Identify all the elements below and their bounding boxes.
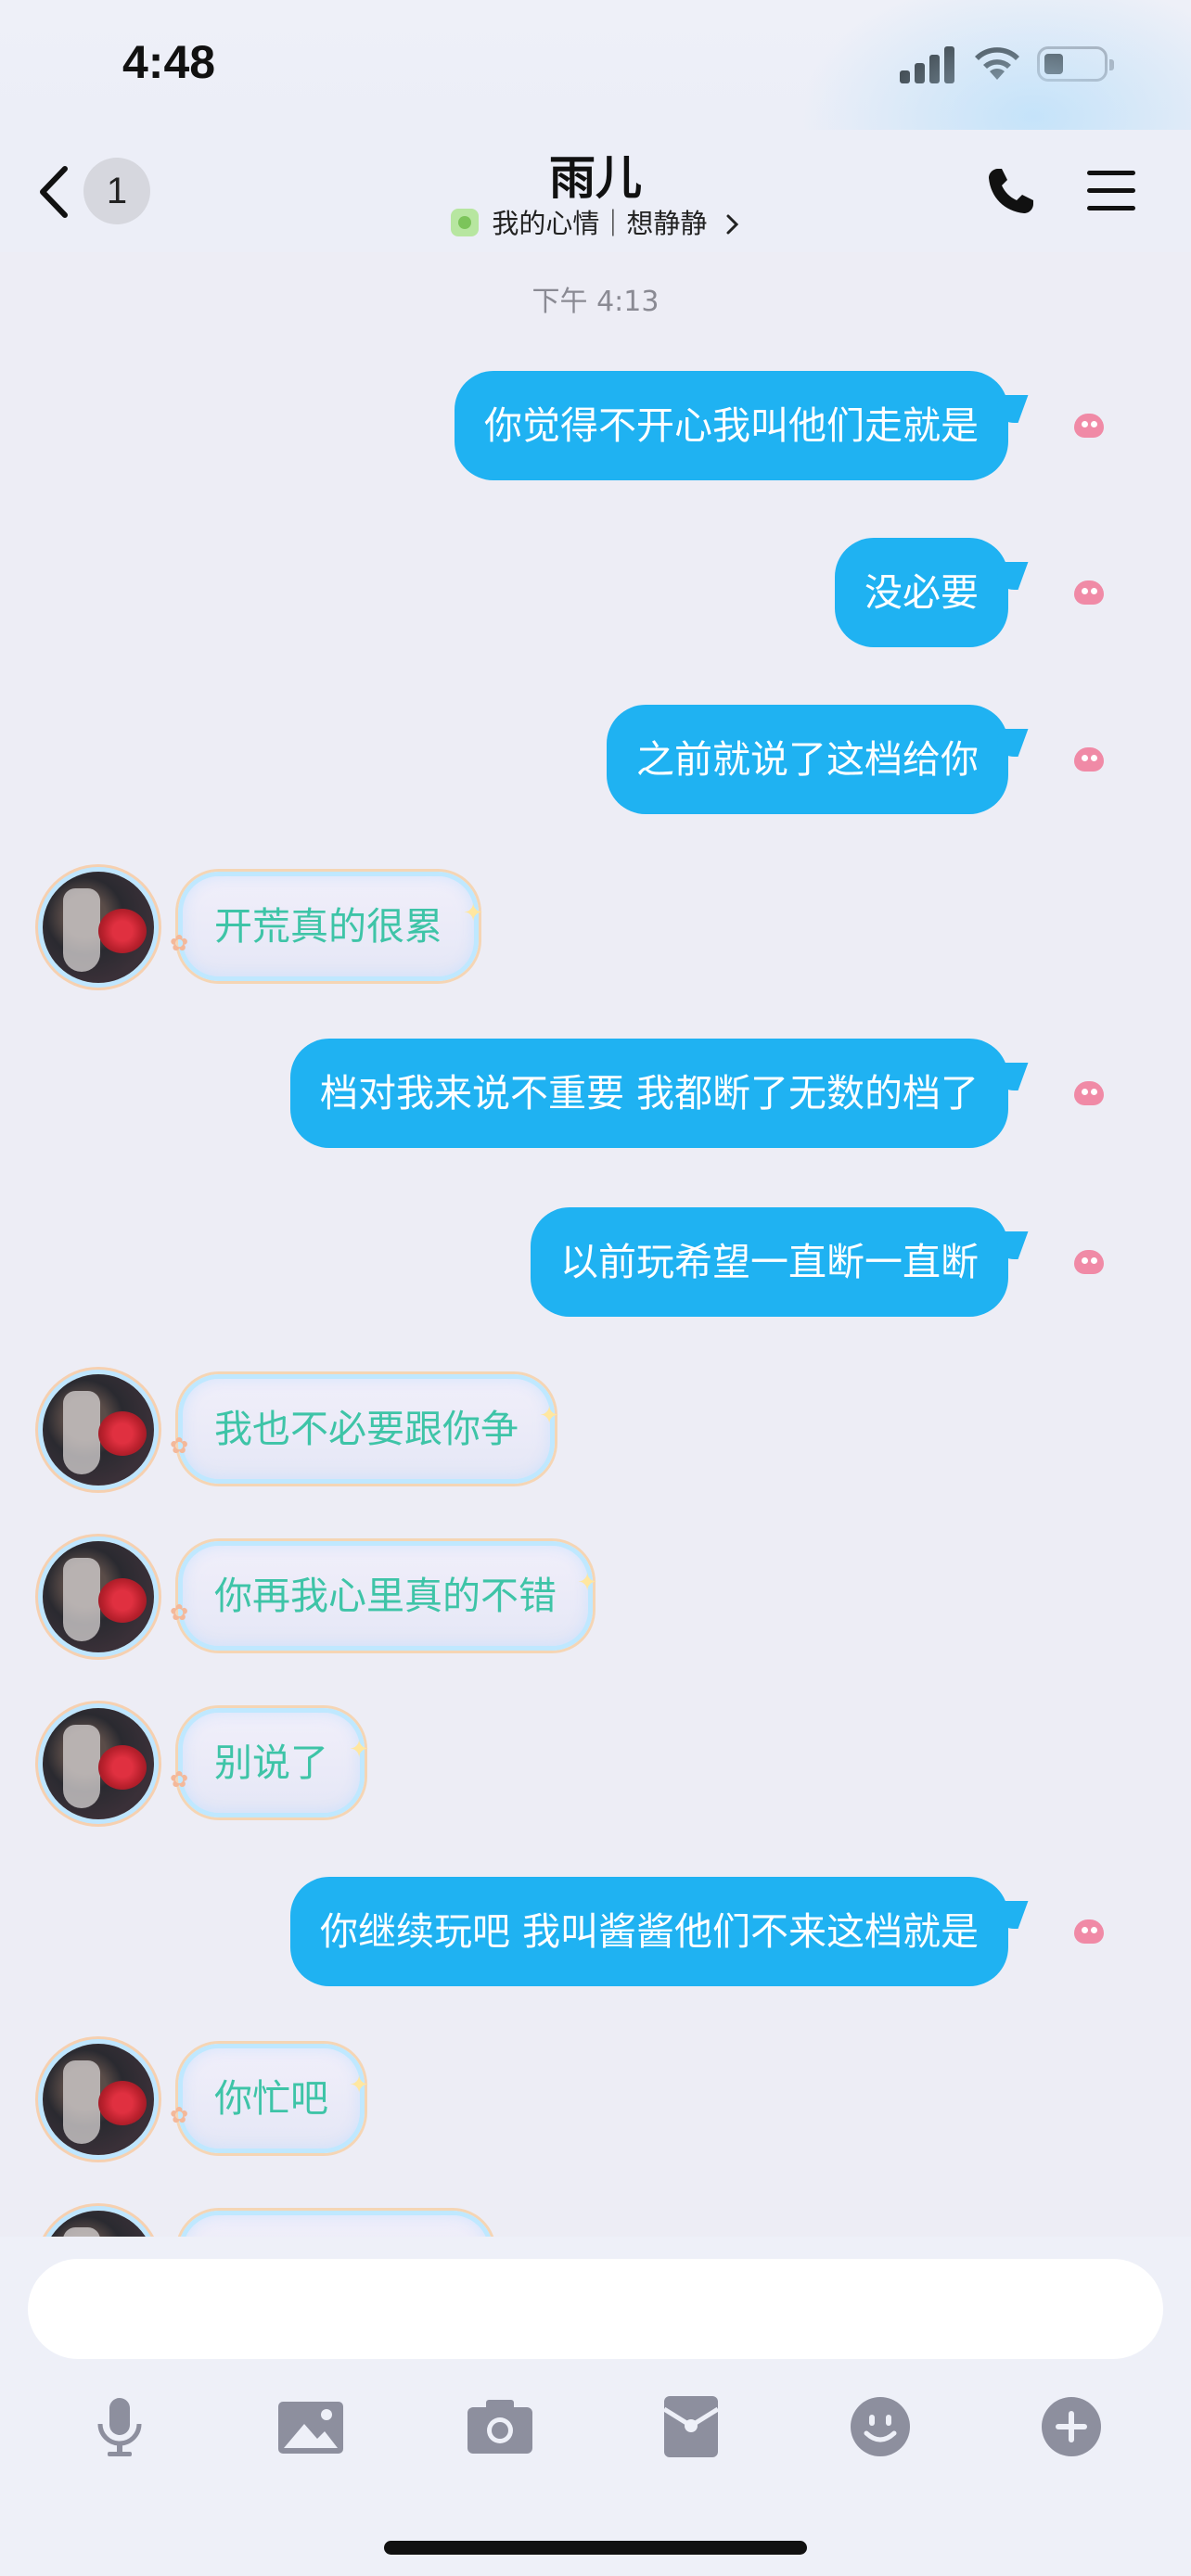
message-row: ✦ bbox=[0, 2203, 1191, 2237]
sparkle-icon: ✦ bbox=[463, 899, 483, 927]
incoming-message-text: 别说了 bbox=[214, 1741, 328, 1785]
pink-sticker-icon bbox=[1072, 1078, 1106, 1107]
chat-header: 1 雨儿 我的心情｜想静静 bbox=[0, 130, 1191, 252]
emoji-icon[interactable] bbox=[839, 2385, 922, 2468]
sparkle-icon: ✦ bbox=[577, 1569, 597, 1597]
incoming-message-bubble[interactable]: 你忙吧 ✦ ✿ bbox=[170, 2044, 369, 2153]
red-packet-icon[interactable] bbox=[649, 2385, 733, 2468]
sparkle-icon: ✦ bbox=[349, 2072, 369, 2099]
chat-area[interactable]: 下午 4:13 你觉得不开心我叫他们走就是 没必要 之前就说了这档给你 开荒真的… bbox=[0, 252, 1191, 2237]
image-icon[interactable] bbox=[269, 2385, 352, 2468]
message-row: 你继续玩吧 我叫酱酱他们不来这档就是 bbox=[0, 1869, 1191, 1990]
outgoing-message-bubble[interactable]: 以前玩希望一直断一直断 bbox=[531, 1207, 1008, 1317]
incoming-message-bubble[interactable]: 开荒真的很累 ✦ ✿ bbox=[170, 872, 483, 981]
incoming-message-bubble[interactable]: 别说了 ✦ ✿ bbox=[170, 1708, 369, 1817]
bow-icon: ✿ bbox=[170, 1433, 189, 1459]
contact-avatar[interactable] bbox=[43, 872, 154, 983]
bow-icon: ✿ bbox=[170, 1766, 189, 1792]
outgoing-message-bubble[interactable]: 没必要 bbox=[835, 538, 1008, 647]
message-row: 之前就说了这档给你 bbox=[0, 697, 1191, 818]
contact-avatar[interactable] bbox=[43, 1541, 154, 1652]
incoming-message-text: 开荒真的很累 bbox=[214, 904, 442, 949]
message-row: 你忙吧 ✦ ✿ bbox=[0, 2036, 1191, 2157]
contact-avatar[interactable] bbox=[43, 1374, 154, 1486]
outgoing-message-bubble[interactable]: 档对我来说不重要 我都断了无数的档了 bbox=[289, 1039, 1008, 1148]
pink-sticker-icon bbox=[1072, 1246, 1106, 1276]
message-input[interactable] bbox=[28, 2259, 1163, 2359]
sparkle-icon: ✦ bbox=[478, 2202, 498, 2237]
pink-sticker-icon bbox=[1072, 744, 1106, 773]
outgoing-message-bubble[interactable]: 之前就说了这档给你 bbox=[607, 705, 1008, 814]
menu-icon[interactable] bbox=[1085, 169, 1137, 213]
message-row: 你再我心里真的不错 ✦ ✿ bbox=[0, 1534, 1191, 1654]
pink-sticker-icon bbox=[1072, 1916, 1106, 1945]
incoming-message-text: 我也不必要跟你争 bbox=[214, 1407, 519, 1451]
contact-avatar[interactable] bbox=[43, 2211, 154, 2237]
contact-avatar[interactable] bbox=[43, 1708, 154, 1819]
message-row: 以前玩希望一直断一直断 bbox=[0, 1200, 1191, 1320]
incoming-message-bubble[interactable]: ✦ bbox=[178, 2211, 493, 2237]
message-row: 档对我来说不重要 我都断了无数的档了 bbox=[0, 1031, 1191, 1152]
message-row: 开荒真的很累 ✦ ✿ bbox=[0, 864, 1191, 985]
mood-text: 我的心情｜想静静 bbox=[492, 208, 708, 239]
chevron-right-icon bbox=[726, 214, 738, 235]
bow-icon: ✿ bbox=[170, 930, 189, 956]
incoming-message-bubble[interactable]: 我也不必要跟你争 ✦ ✿ bbox=[170, 1374, 559, 1484]
pink-sticker-icon bbox=[1072, 577, 1106, 606]
mood-emoji-icon bbox=[451, 209, 480, 236]
incoming-message-text: 你忙吧 bbox=[214, 2076, 328, 2121]
bow-icon: ✿ bbox=[170, 2102, 189, 2128]
plus-icon[interactable] bbox=[1030, 2385, 1113, 2468]
incoming-message-text: 你再我心里真的不错 bbox=[214, 1574, 557, 1618]
composer-toolbar bbox=[0, 2366, 1191, 2487]
message-row: 我也不必要跟你争 ✦ ✿ bbox=[0, 1367, 1191, 1487]
outgoing-message-bubble[interactable]: 你继续玩吧 我叫酱酱他们不来这档就是 bbox=[289, 1877, 1008, 1986]
incoming-message-bubble[interactable]: 你再我心里真的不错 ✦ ✿ bbox=[170, 1541, 597, 1651]
message-row: 没必要 bbox=[0, 530, 1191, 651]
message-row: 你觉得不开心我叫他们走就是 bbox=[0, 363, 1191, 484]
phone-call-icon[interactable] bbox=[983, 163, 1039, 219]
message-timestamp: 下午 4:13 bbox=[531, 286, 660, 318]
microphone-icon[interactable] bbox=[78, 2385, 161, 2468]
status-time: 4:48 bbox=[122, 36, 216, 88]
composer bbox=[0, 2237, 1191, 2576]
camera-icon[interactable] bbox=[458, 2385, 542, 2468]
outgoing-message-bubble[interactable]: 你觉得不开心我叫他们走就是 bbox=[455, 371, 1008, 480]
pink-sticker-icon bbox=[1072, 410, 1106, 440]
message-row: 别说了 ✦ ✿ bbox=[0, 1701, 1191, 1821]
sparkle-icon: ✦ bbox=[539, 1402, 559, 1430]
sparkle-icon: ✦ bbox=[349, 1736, 369, 1764]
bow-icon: ✿ bbox=[170, 1600, 189, 1626]
home-indicator[interactable] bbox=[384, 2541, 807, 2555]
contact-avatar[interactable] bbox=[43, 2044, 154, 2155]
